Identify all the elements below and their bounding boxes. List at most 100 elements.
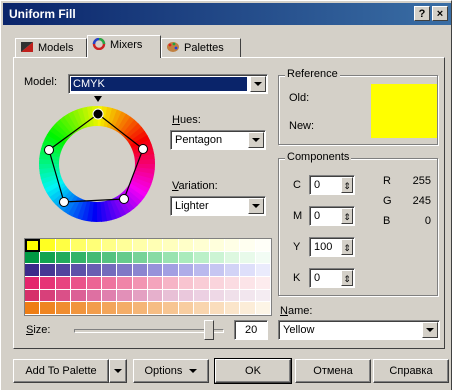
palette-swatch[interactable] bbox=[194, 289, 210, 303]
palette-swatch[interactable] bbox=[71, 264, 87, 277]
tab-models[interactable]: Models bbox=[15, 38, 87, 57]
palette-swatch[interactable] bbox=[194, 239, 210, 252]
palette-swatch[interactable] bbox=[194, 251, 210, 265]
palette-swatch[interactable] bbox=[240, 251, 256, 265]
m-spin-buttons[interactable]: ⇕ bbox=[341, 208, 353, 224]
palette-swatch[interactable] bbox=[240, 302, 256, 315]
palette-swatch[interactable] bbox=[255, 239, 271, 252]
palette-swatch[interactable] bbox=[224, 302, 241, 315]
y-spin-buttons[interactable]: ⇕ bbox=[341, 239, 353, 255]
palette-swatch[interactable] bbox=[224, 277, 241, 290]
tab-palettes[interactable]: Palettes bbox=[161, 38, 241, 57]
palette-swatch[interactable] bbox=[240, 264, 256, 277]
palette-swatch[interactable] bbox=[71, 302, 87, 315]
palette-swatch[interactable] bbox=[132, 277, 148, 290]
palette-swatch[interactable] bbox=[86, 277, 102, 290]
variation-select[interactable]: Lighter bbox=[170, 196, 266, 216]
palette-swatch[interactable] bbox=[25, 302, 41, 315]
palette-swatch[interactable] bbox=[224, 239, 241, 252]
palette-swatch[interactable] bbox=[101, 277, 118, 290]
palette-swatch[interactable] bbox=[101, 302, 118, 315]
c-spin-buttons[interactable]: ⇕ bbox=[341, 177, 353, 193]
hues-select[interactable]: Pentagon bbox=[170, 130, 266, 150]
palette-swatch[interactable] bbox=[40, 289, 56, 303]
palette-swatch[interactable] bbox=[25, 264, 41, 277]
size-slider-thumb[interactable] bbox=[204, 320, 214, 340]
color-wheel[interactable] bbox=[32, 94, 162, 224]
palette-swatch[interactable] bbox=[117, 277, 133, 290]
palette-swatch[interactable] bbox=[40, 264, 56, 277]
palette-swatch[interactable] bbox=[178, 289, 195, 303]
model-select[interactable]: CMYK bbox=[68, 74, 268, 94]
k-spin-buttons[interactable]: ⇕ bbox=[341, 270, 353, 286]
palette-swatch[interactable] bbox=[163, 239, 179, 252]
palette-swatch[interactable] bbox=[40, 251, 56, 265]
palette-swatch[interactable] bbox=[101, 239, 118, 252]
palette-swatch[interactable] bbox=[209, 264, 225, 277]
size-input[interactable]: 20 bbox=[234, 320, 268, 340]
options-button[interactable]: Options bbox=[133, 359, 209, 383]
palette-swatch[interactable] bbox=[101, 289, 118, 303]
hue-handle-5[interactable] bbox=[44, 145, 54, 155]
add-to-palette-button[interactable]: Add To Palette bbox=[13, 359, 109, 383]
palette-swatch[interactable] bbox=[209, 239, 225, 252]
palette-swatch[interactable] bbox=[101, 264, 118, 277]
help-button[interactable]: Справка bbox=[373, 359, 449, 383]
palette-swatch[interactable] bbox=[255, 302, 271, 315]
close-button[interactable]: × bbox=[432, 6, 448, 21]
palette-swatch[interactable] bbox=[224, 289, 241, 303]
hue-handle-4[interactable] bbox=[59, 197, 69, 207]
palette-swatch[interactable] bbox=[148, 239, 164, 252]
palette-swatch[interactable] bbox=[40, 277, 56, 290]
palette-swatch[interactable] bbox=[148, 251, 164, 265]
size-slider-track[interactable] bbox=[74, 329, 224, 333]
palette-swatch[interactable] bbox=[148, 264, 164, 277]
palette-swatch[interactable] bbox=[224, 264, 241, 277]
ok-button[interactable]: OK bbox=[214, 358, 292, 384]
palette-swatch[interactable] bbox=[194, 277, 210, 290]
palette-swatch[interactable] bbox=[71, 289, 87, 303]
palette-swatch[interactable] bbox=[178, 277, 195, 290]
palette-swatch[interactable] bbox=[86, 264, 102, 277]
palette-swatch[interactable] bbox=[86, 289, 102, 303]
palette-swatch[interactable] bbox=[148, 302, 164, 315]
palette-swatch[interactable] bbox=[40, 302, 56, 315]
m-spinner[interactable]: 0 ⇕ bbox=[309, 206, 355, 226]
palette-swatch[interactable] bbox=[25, 289, 41, 303]
hue-handle-2[interactable] bbox=[138, 144, 148, 154]
palette-swatch[interactable] bbox=[163, 251, 179, 265]
name-select[interactable]: Yellow bbox=[278, 320, 440, 340]
palette-swatch[interactable] bbox=[86, 251, 102, 265]
palette-swatch[interactable] bbox=[209, 251, 225, 265]
palette-swatch[interactable] bbox=[86, 302, 102, 315]
palette-swatch[interactable] bbox=[163, 264, 179, 277]
hues-dropdown-arrow[interactable] bbox=[248, 132, 264, 148]
help-title-button[interactable]: ? bbox=[414, 6, 430, 21]
palette-swatch[interactable] bbox=[132, 251, 148, 265]
palette-swatch[interactable] bbox=[55, 277, 72, 290]
palette-swatch[interactable] bbox=[240, 239, 256, 252]
palette-swatch[interactable] bbox=[148, 277, 164, 290]
palette-swatch[interactable] bbox=[117, 251, 133, 265]
palette-swatch[interactable] bbox=[194, 302, 210, 315]
y-spinner[interactable]: 100 ⇕ bbox=[309, 237, 355, 257]
palette-swatch[interactable] bbox=[163, 302, 179, 315]
palette-swatch[interactable] bbox=[255, 289, 271, 303]
model-dropdown-arrow[interactable] bbox=[250, 76, 266, 92]
palette-swatch[interactable] bbox=[255, 251, 271, 265]
palette-swatch[interactable] bbox=[224, 251, 241, 265]
palette-swatch[interactable] bbox=[209, 302, 225, 315]
cancel-button[interactable]: Отмена bbox=[295, 359, 371, 383]
palette-swatch[interactable] bbox=[148, 289, 164, 303]
tab-mixers[interactable]: Mixers bbox=[87, 35, 161, 58]
palette-swatch[interactable] bbox=[86, 239, 102, 252]
palette-swatch[interactable] bbox=[255, 277, 271, 290]
palette-swatch[interactable] bbox=[101, 251, 118, 265]
palette-swatch[interactable] bbox=[178, 264, 195, 277]
palette-swatch[interactable] bbox=[55, 239, 72, 252]
k-spinner[interactable]: 0 ⇕ bbox=[309, 268, 355, 288]
palette-swatch[interactable] bbox=[25, 239, 41, 252]
palette-swatch[interactable] bbox=[117, 239, 133, 252]
palette-swatch[interactable] bbox=[55, 264, 72, 277]
palette-swatch[interactable] bbox=[117, 264, 133, 277]
